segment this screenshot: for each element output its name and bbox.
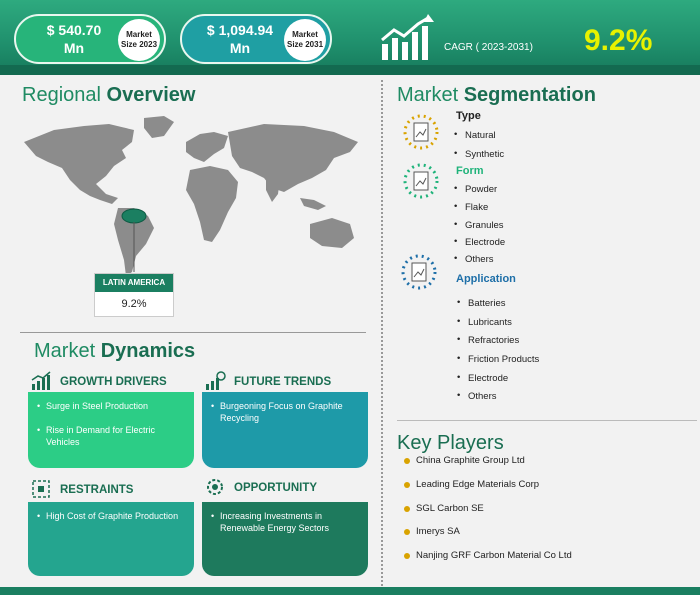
- key-player-item: SGL Carbon SE: [416, 503, 484, 514]
- market-size-2023-label: Market Size 2023: [118, 19, 160, 61]
- dynamics-title-bold: Dynamics: [100, 340, 196, 362]
- opportunity-icon: [207, 479, 223, 495]
- restraints-icon: [32, 480, 50, 498]
- restraints-title: RESTRAINTS: [60, 484, 134, 496]
- cagr-label: CAGR ( 2023-2031): [444, 42, 533, 53]
- header-shade: [0, 65, 700, 75]
- segmentation-title-bold: Segmentation: [463, 84, 596, 106]
- market-dynamics-title: Market Dynamics: [34, 340, 195, 363]
- growth-drivers-icon: [31, 371, 51, 390]
- segment-item: Lubricants: [457, 316, 512, 328]
- market-size-2031-value: $ 1,094.94 Mn: [206, 22, 274, 56]
- growth-driver-item: Rise in Demand for Electric Vehicles: [37, 424, 184, 448]
- key-player-bullet: [404, 553, 410, 559]
- key-player-item: China Graphite Group Ltd: [416, 455, 525, 466]
- growth-driver-item: Surge in Steel Production: [37, 400, 184, 412]
- key-player-bullet: [404, 506, 410, 512]
- cagr-value: 9.2%: [584, 24, 653, 57]
- segment-item: Refractories: [457, 334, 519, 346]
- segment-item: Synthetic: [454, 148, 504, 160]
- opportunity-title: OPPORTUNITY: [234, 482, 318, 494]
- market-size-2023-value: $ 540.70 Mn: [46, 22, 102, 56]
- key-player-item: Nanjing GRF Carbon Material Co Ltd: [416, 550, 572, 561]
- opportunity-box: Increasing Investments in Renewable Ener…: [202, 502, 368, 576]
- segment-item: Flake: [454, 201, 488, 213]
- header-band: $ 540.70 Mn Market Size 2023 $ 1,094.94 …: [0, 0, 700, 75]
- future-trends-title: FUTURE TRENDS: [234, 376, 332, 388]
- key-player-item: Leading Edge Materials Corp: [416, 479, 540, 490]
- segment-type-heading: Type: [456, 110, 481, 122]
- regional-title-plain: Regional: [22, 84, 107, 106]
- form-segment-icon: [403, 163, 439, 199]
- segmentation-title-plain: Market: [397, 84, 464, 106]
- region-name: LATIN AMERICA: [95, 274, 173, 292]
- opportunity-item: Increasing Investments in Renewable Ener…: [211, 510, 358, 534]
- segment-item: Granules: [454, 219, 503, 231]
- type-segment-icon: [403, 114, 439, 150]
- dynamics-title-plain: Market: [34, 340, 101, 362]
- growth-chart-icon: [381, 14, 434, 60]
- left-divider: [20, 332, 366, 333]
- market-size-2031-label: Market Size 2031: [284, 19, 326, 61]
- latin-america-marker: [121, 208, 147, 224]
- market-size-2031-pill: $ 1,094.94 Mn Market Size 2031: [180, 14, 332, 64]
- segment-application-heading: Application: [456, 273, 516, 285]
- segment-form-heading: Form: [456, 165, 484, 177]
- right-divider: [397, 420, 697, 421]
- market-segmentation-title: Market Segmentation: [397, 84, 596, 107]
- key-player-bullet: [404, 529, 410, 535]
- regional-overview-title: Regional Overview: [22, 84, 195, 107]
- segment-item: Others: [457, 390, 496, 402]
- segment-item: Electrode: [457, 372, 508, 384]
- footer-band: [0, 587, 700, 595]
- segment-item: Others: [454, 253, 493, 265]
- future-trend-item: Burgeoning Focus on Graphite Recycling: [211, 400, 358, 424]
- growth-drivers-box: Surge in Steel Production Rise in Demand…: [28, 392, 194, 468]
- vertical-divider: [381, 80, 383, 590]
- segment-item: Powder: [454, 183, 497, 195]
- world-map: [24, 116, 358, 276]
- application-segment-icon: [401, 254, 437, 290]
- segment-item: Batteries: [457, 297, 505, 309]
- segment-item: Friction Products: [457, 353, 539, 365]
- key-player-bullet: [404, 458, 410, 464]
- growth-drivers-title: GROWTH DRIVERS: [60, 376, 167, 388]
- restraints-box: High Cost of Graphite Production: [28, 502, 194, 576]
- future-trends-box: Burgeoning Focus on Graphite Recycling: [202, 392, 368, 468]
- future-trends-icon: [206, 371, 226, 390]
- segment-item: Natural: [454, 129, 495, 141]
- restraint-item: High Cost of Graphite Production: [37, 510, 184, 522]
- key-players-title: Key Players: [397, 432, 504, 454]
- regional-title-bold: Overview: [106, 84, 196, 106]
- market-size-2023-pill: $ 540.70 Mn Market Size 2023: [14, 14, 166, 64]
- key-player-bullet: [404, 482, 410, 488]
- key-player-item: Imerys SA: [416, 526, 460, 537]
- segment-item: Electrode: [454, 236, 505, 248]
- region-cagr-value: 9.2%: [121, 298, 147, 310]
- region-callout-box: LATIN AMERICA 9.2%: [94, 273, 174, 317]
